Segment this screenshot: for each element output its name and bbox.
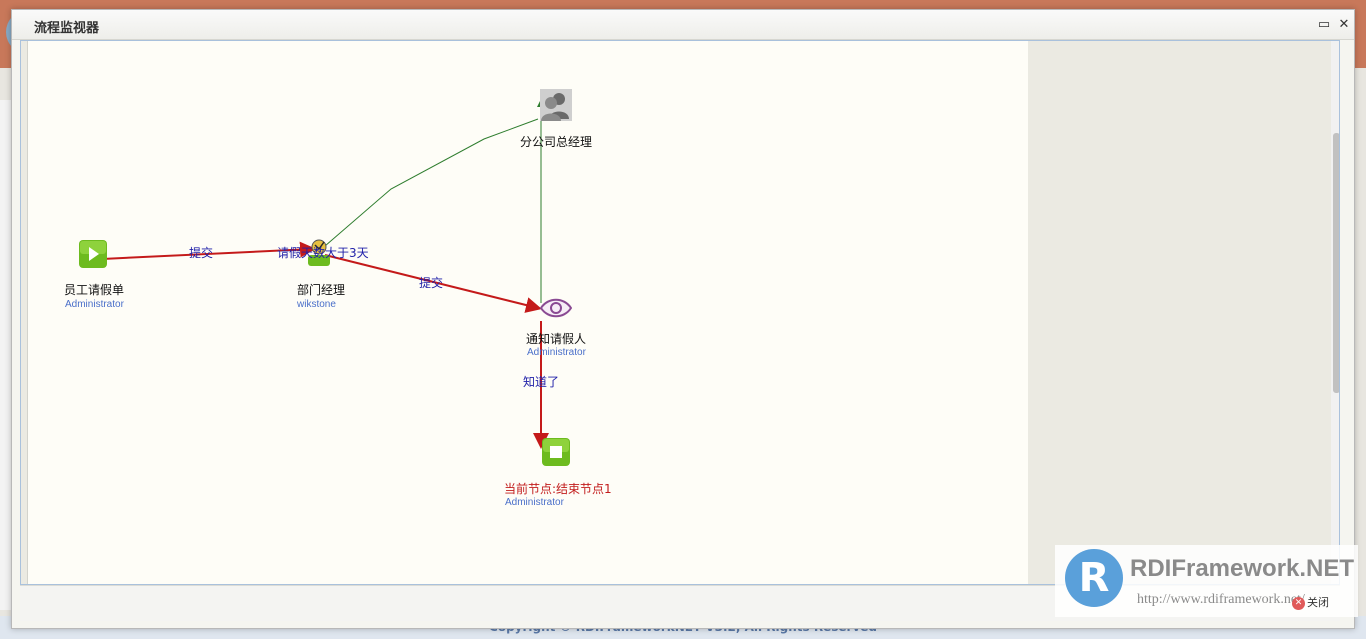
- maximize-icon[interactable]: ▭: [1316, 17, 1332, 33]
- close-button-label: 关闭: [1307, 596, 1329, 609]
- start-node-label: 员工请假单: [64, 283, 125, 297]
- workflow-canvas: 员工请假单 Administrator 部门经理 wikstone 分公司总经理: [27, 41, 1028, 584]
- start-node-user: Administrator: [65, 299, 124, 310]
- brand-logo-letter: R: [1078, 555, 1110, 601]
- end-node-label: 当前节点:结束节点1: [504, 482, 612, 496]
- start-node-icon[interactable]: [79, 240, 107, 268]
- close-button[interactable]: ✕ 关闭: [1292, 592, 1340, 614]
- edge-label-condition: 请假天数大于3天: [277, 246, 369, 260]
- edge-label-submit-1: 提交: [189, 246, 214, 260]
- branch-gm-node-icon[interactable]: [540, 89, 572, 121]
- edge-dept-to-branch: [324, 118, 539, 247]
- dialog-titlebar[interactable]: 流程监视器 ▭ ✕: [12, 10, 1354, 40]
- edge-label-submit-2: 提交: [419, 276, 444, 290]
- end-node-user: Administrator: [505, 497, 564, 508]
- dialog-title: 流程监视器: [34, 21, 100, 36]
- dialog-body: 员工请假单 Administrator 部门经理 wikstone 分公司总经理: [20, 40, 1340, 585]
- edge-label-acknowledge: 知道了: [523, 375, 560, 389]
- notify-node-label: 通知请假人: [526, 332, 587, 346]
- brand-url: http://www.rdiframework.net/: [1137, 592, 1305, 607]
- end-node-icon[interactable]: [542, 438, 570, 466]
- notify-node-user: Administrator: [527, 347, 586, 358]
- close-icon[interactable]: ✕: [1336, 17, 1352, 33]
- notify-node-icon[interactable]: [540, 296, 572, 320]
- process-monitor-dialog: 流程监视器 ▭ ✕ 员工请假单 Administrator 部门经理 wikst…: [11, 9, 1355, 629]
- dept-manager-node-label: 部门经理: [297, 283, 346, 297]
- brand-name: RDIFramework.NET: [1130, 555, 1355, 582]
- scrollbar-thumb[interactable]: [1333, 133, 1339, 393]
- dept-manager-node-user: wikstone: [297, 299, 336, 310]
- branch-gm-node-label: 分公司总经理: [520, 135, 593, 149]
- close-circle-icon: ✕: [1292, 596, 1305, 610]
